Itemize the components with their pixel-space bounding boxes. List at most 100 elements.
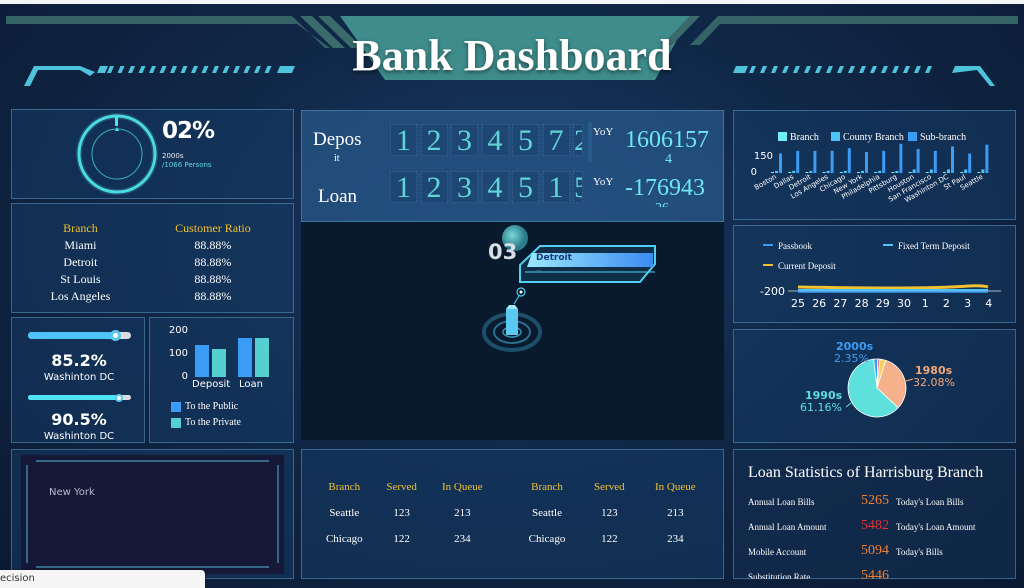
bar-los-angeles-county-branch [826,170,830,173]
loan-stat-row: Mobile Account 5094 Today's Bills [748,543,1008,558]
bar-chicago-sub-branch [847,148,851,173]
bar-detroit-county-branch [809,170,813,173]
digit-cell: 4 [481,171,509,204]
ratio-cell: 88.88% [194,289,232,303]
table-cell: 213 [667,507,684,519]
map-city-label[interactable]: Detroit [536,253,572,263]
bar-deposit-0[interactable] [195,344,209,377]
legend-swatch [171,401,181,412]
loan-stat-label: Substitution Rate [748,572,811,582]
branch-cell: Miami [64,238,97,252]
x-category-label: Loan [239,379,263,390]
progress-fill [28,395,122,400]
legend-swatch [778,132,787,141]
col-header: In Queue [442,481,483,493]
table-cell: 123 [393,507,410,519]
progress-label-1: Washinton DC [43,372,115,383]
col-header: Branch [328,481,361,493]
progress-value-2: 90.5% [51,410,107,429]
table-cell: Seattle [329,507,360,519]
deposit-yoy-label: YoY [593,126,614,138]
bar-loan-0[interactable] [238,337,252,377]
pie-label-pct: 32.08% [913,376,955,389]
col-header: Customer Ratio [175,221,251,235]
bar-seattle-sub-branch [985,144,989,173]
deposit-label: Depos [313,129,362,150]
y-tick-label: -200 [760,285,785,298]
branch-bar-chart: Branch County Branch Sub-branch1500BostonD… [751,132,989,204]
legend-swatch [171,417,181,428]
ratio-cell: 88.88% [194,255,232,269]
x-category-label: Deposit [192,379,231,390]
digit-cell: 2 [573,124,583,156]
legend-label: Current Deposit [778,261,836,271]
queue-table-1: Branch Served In Queue Seattle 123 213 Chicago… [313,474,497,552]
series-current-deposit [797,284,989,290]
bar-houston-sub-branch [916,149,920,173]
ring-gauge [76,113,158,195]
ny-city-label: New York [49,487,95,498]
bar-st-paul-sub-branch [968,153,972,173]
legend-label: To the Public [185,401,239,412]
y-tick-label: 200 [168,325,188,336]
y-tick-label: 100 [168,348,188,359]
col-header: Served [594,481,625,493]
digit-cell: 5 [512,124,539,157]
bar-st-paul-county-branch [964,169,968,173]
table-header-row: Branch Served In Queue [513,474,713,500]
loan-yoy-overflow: 26 [655,203,669,207]
x-tick-label: 30 [897,297,911,310]
deposit-yoy-overflow: 4 [665,152,672,167]
branch-cell: Detroit [63,255,98,269]
loan-stats-title: Loan Statistics of Harrisburg Branch [748,464,984,481]
loan-stat-row: Annual Loan Amount 5482 Today's Loan Amoun… [748,518,1008,533]
loan-stat-label: Mobile Account [748,547,807,557]
bar-san-francisco-county-branch [929,169,933,173]
progress-bar-2[interactable] [28,394,131,402]
legend-label: To the Private [185,417,241,428]
table-cell: Chicago [528,533,566,545]
digit-cell: 2 [420,124,448,157]
x-tick-label: 25 [791,297,805,310]
progress-knob[interactable] [109,330,121,341]
digit-cell: 3 [451,124,478,157]
bar-loan-1[interactable] [255,338,269,377]
progress-knob[interactable] [115,394,124,402]
legend-public: To the Public [171,401,238,412]
x-tick-label: 28 [855,297,869,310]
map-rank: 03 [488,240,518,264]
table-cell: 234 [667,533,684,545]
age-pie-chart: 2000s2.35%1980s32.08%1990s61.16% [800,340,955,418]
table-row: St Louis 88.88% [22,271,287,288]
bar-los-angeles-sub-branch [830,150,834,173]
x-tick-label: 3 [964,297,971,310]
queue-table-2: Branch Served In Queue Seattle 123 213 Chicago… [513,474,713,552]
progress-panel: 85.2% Washinton DC 90.5% Washinton DC [11,317,145,443]
progress-bar-1[interactable] [28,330,131,341]
x-tick-label: 1 [922,297,929,310]
table-cell: 123 [601,507,618,519]
ratio-cell: 88.88% [194,238,232,252]
y-tick-label: 0 [751,167,757,178]
progress-value-1: 85.2% [51,351,107,370]
bar-boston-sub-branch [779,153,782,173]
col-header: Served [386,481,417,493]
loan-stat-value: 5094 [861,543,889,558]
table-cell: Chicago [325,533,363,545]
digit-cell: 7 [542,124,570,157]
loan-stat-today: Today's Bills [896,547,943,557]
bar-new-york-county-branch [861,170,864,173]
table-cell: 234 [454,533,471,545]
x-tick-label: 27 [833,297,847,310]
table-cell: Seattle [532,507,562,519]
table-row: Chicago 122 234 [313,526,497,552]
loan-stat-today: Today's Loan Amount [896,522,976,532]
table-row: Detroit 88.88% [22,254,287,271]
ring-category: 2000s [162,152,184,160]
ny-frame [26,460,279,568]
loan-stat-label: Annual Loan Amount [748,522,827,532]
loan-stat-value: 5482 [861,518,889,533]
table-row: Chicago 122 234 [513,526,713,552]
bar-deposit-1[interactable] [212,349,226,377]
x-tick-label: 2 [943,297,950,310]
